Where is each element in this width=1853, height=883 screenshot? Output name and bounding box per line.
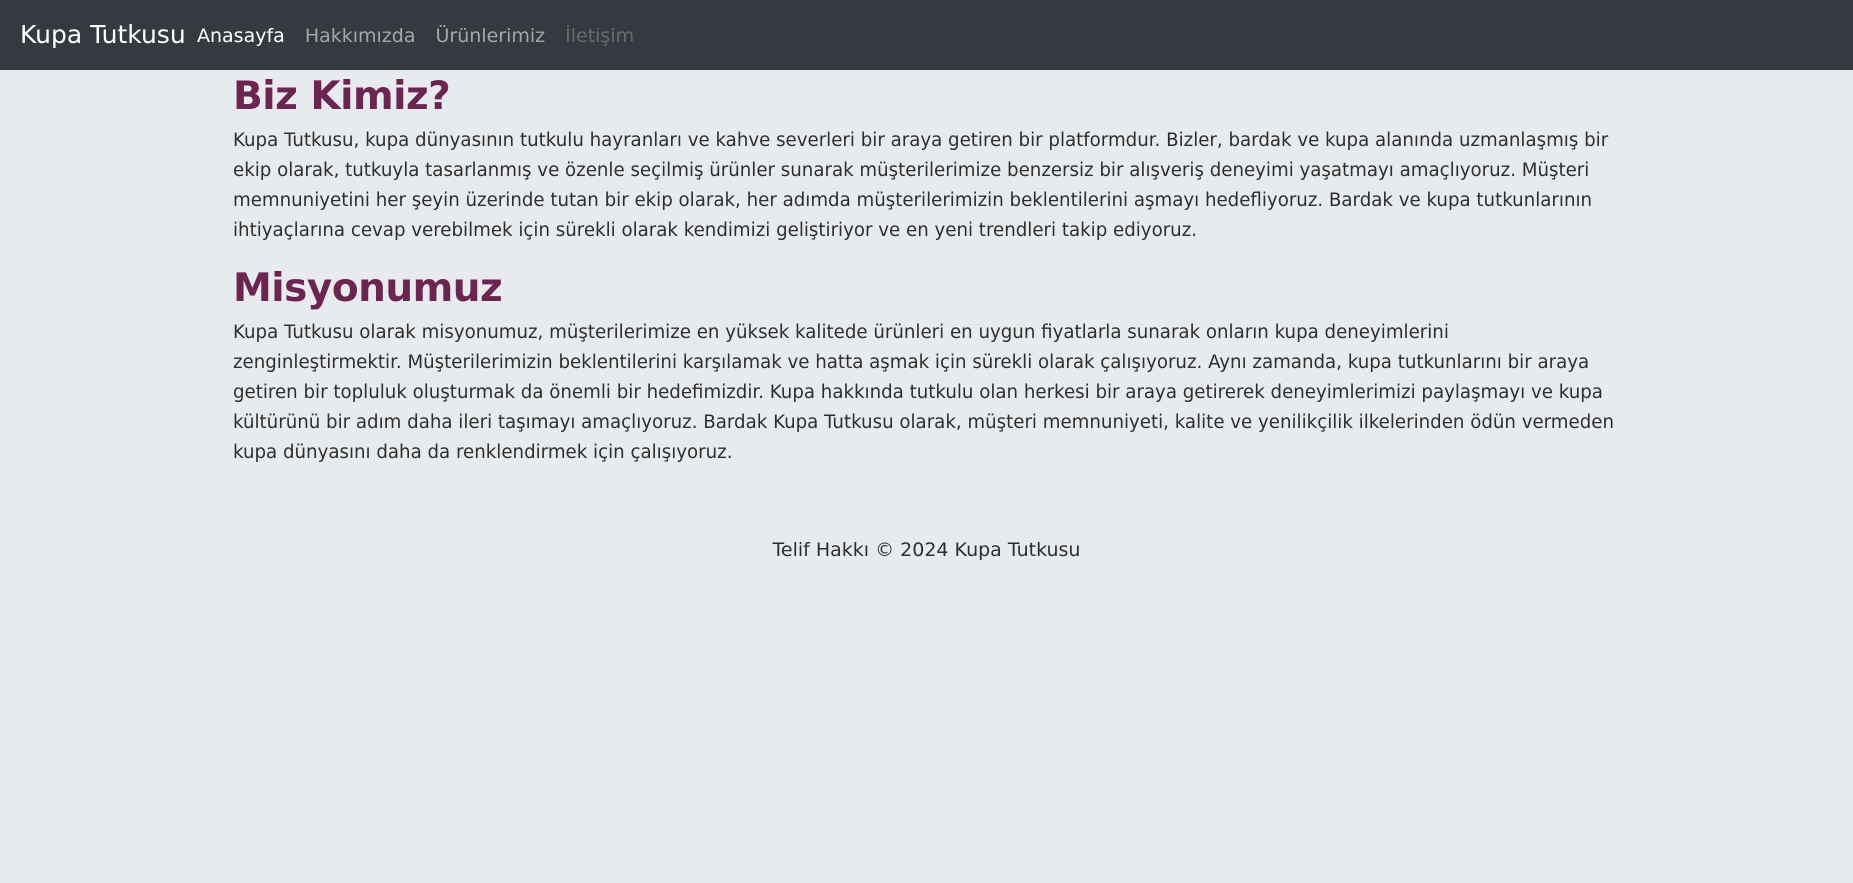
nav-link-anasayfa[interactable]: Anasayfa xyxy=(197,23,285,49)
about-section: Biz Kimiz? Kupa Tutkusu, kupa dünyasının… xyxy=(233,70,1620,246)
mission-section: Misyonumuz Kupa Tutkusu olarak misyonumu… xyxy=(233,262,1620,468)
nav-link-hakkimizda[interactable]: Hakkımızda xyxy=(305,23,416,49)
brand-link[interactable]: Kupa Tutkusu xyxy=(20,18,186,52)
nav-link-urunlerimiz[interactable]: Ürünlerimiz xyxy=(436,23,546,49)
nav-link-iletisim: İletişim xyxy=(565,25,635,47)
section-title-misyonumuz: Misyonumuz xyxy=(233,266,503,311)
footer-copyright: Telif Hakkı © 2024 Kupa Tutkusu xyxy=(772,539,1081,561)
mission-paragraph: Kupa Tutkusu olarak misyonumuz, müşteril… xyxy=(233,322,1614,463)
about-paragraph: Kupa Tutkusu, kupa dünyasının tutkulu ha… xyxy=(233,130,1609,241)
main-content: Biz Kimiz? Kupa Tutkusu, kupa dünyasının… xyxy=(233,70,1620,484)
top-navbar: Kupa Tutkusu Anasayfa Hakkımızda Ürünler… xyxy=(0,0,1853,70)
section-title-biz-kimiz: Biz Kimiz? xyxy=(233,74,451,119)
nav-links: Anasayfa Hakkımızda Ürünlerimiz İletişim xyxy=(197,23,654,49)
